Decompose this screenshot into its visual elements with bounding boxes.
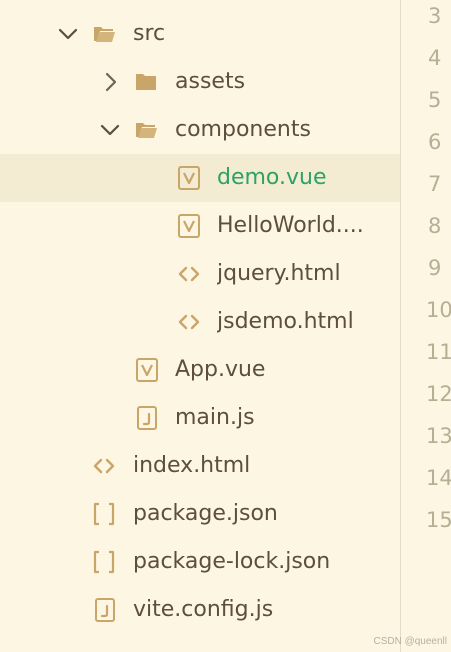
tree-item-main-js[interactable]: main.js [0, 394, 400, 442]
chevron-down-icon[interactable] [98, 118, 122, 142]
html-file-icon [93, 458, 115, 474]
tree-item-package-lock-json[interactable]: package-lock.json [0, 538, 400, 586]
js-file-icon [137, 406, 157, 430]
tree-item-label: main.js [175, 405, 255, 430]
tree-item-label: src [133, 21, 166, 46]
tree-item-jquery-html[interactable]: jquery.html [0, 250, 400, 298]
line-number: 9 [428, 256, 442, 280]
tree-item-label: package.json [133, 501, 278, 526]
line-number: 11 [426, 340, 451, 364]
watermark: CSDN @queenll [373, 636, 447, 647]
folder-open-icon [94, 27, 115, 42]
html-file-icon [178, 314, 200, 330]
chevron-down-icon[interactable] [56, 22, 80, 46]
folder-open-icon [136, 123, 157, 138]
line-number: 5 [428, 88, 442, 112]
tree-item-package-json[interactable]: package.json [0, 490, 400, 538]
tree-item-label: vite.config.js [133, 597, 274, 622]
tree-item-index-html[interactable]: index.html [0, 442, 400, 490]
line-number: 7 [428, 172, 442, 196]
tree-item-src[interactable]: src [0, 10, 400, 58]
folder-icon [136, 74, 156, 90]
tree-item-label: package-lock.json [133, 549, 331, 574]
line-number-gutter: 3 4 5 6 7 8 9 10 11 12 13 14 15 [401, 0, 451, 652]
tree-item-label: HelloWorld.... [217, 213, 364, 238]
line-number: 3 [428, 4, 442, 28]
tree-item-label: index.html [133, 453, 251, 478]
json-file-icon [93, 502, 115, 526]
line-number: 15 [426, 508, 451, 532]
tree-item-label: assets [175, 69, 246, 94]
line-number: 4 [428, 46, 442, 70]
tree-item-label: demo.vue [217, 165, 327, 190]
chevron-right-icon[interactable] [98, 70, 122, 94]
vue-file-icon [136, 358, 158, 382]
tree-item-components[interactable]: components [0, 106, 400, 154]
tree-item-label: App.vue [175, 357, 266, 382]
html-file-icon [178, 266, 200, 282]
line-number: 13 [426, 424, 451, 448]
tree-item-assets[interactable]: assets [0, 58, 400, 106]
tree-item-helloworld-vue[interactable]: HelloWorld.... [0, 202, 400, 250]
vue-file-icon [178, 166, 200, 190]
json-file-icon [93, 550, 115, 574]
line-number: 8 [428, 214, 442, 238]
tree-item-label: jquery.html [217, 261, 341, 286]
tree-item-label: jsdemo.html [217, 309, 354, 334]
line-number: 10 [426, 298, 451, 322]
file-explorer: src assets components demo.vue HelloWorl… [0, 0, 400, 652]
tree-item-demo-vue[interactable]: demo.vue [0, 154, 400, 202]
line-number: 6 [428, 130, 442, 154]
line-number: 12 [426, 382, 451, 406]
line-number: 14 [426, 466, 451, 490]
tree-item-vite-config-js[interactable]: vite.config.js [0, 586, 400, 634]
tree-item-label: components [175, 117, 311, 142]
tree-item-app-vue[interactable]: App.vue [0, 346, 400, 394]
tree-item-jsdemo-html[interactable]: jsdemo.html [0, 298, 400, 346]
vue-file-icon [178, 214, 200, 238]
js-file-icon [95, 598, 115, 622]
